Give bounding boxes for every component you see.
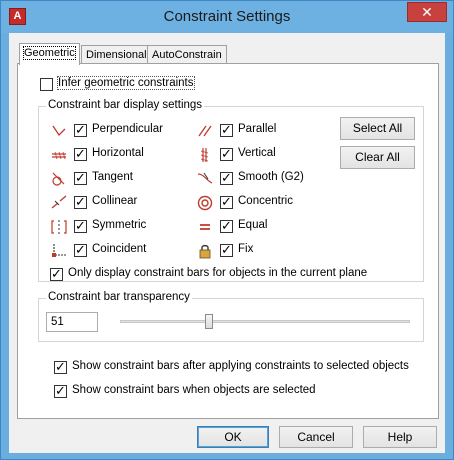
coincident-icon <box>52 244 66 257</box>
show-when-selected-label: Show constraint bars when objects are se… <box>72 384 316 396</box>
concentric-checkbox[interactable] <box>220 194 233 210</box>
dialog-window: A Constraint Settings ✕ Geometric Dimens… <box>0 0 454 460</box>
transparency-group-title: Constraint bar transparency <box>46 291 192 303</box>
concentric-icon <box>197 195 213 211</box>
fix-checkbox[interactable] <box>220 242 233 258</box>
transparency-slider-track[interactable] <box>120 320 410 323</box>
show-when-selected-checkbox[interactable] <box>54 383 67 399</box>
vertical-icon <box>200 148 209 162</box>
dialog-client: Geometric Dimensional AutoConstrain Infe… <box>9 33 445 453</box>
geometric-tab-panel: Infer geometric constraints Constraint b… <box>17 63 439 419</box>
horizontal-icon <box>52 151 66 160</box>
horizontal-checkbox[interactable] <box>74 146 87 162</box>
help-button[interactable]: Help <box>363 426 437 448</box>
show-after-apply-label: Show constraint bars after applying cons… <box>72 360 409 372</box>
clear-all-button[interactable]: Clear All <box>340 146 415 169</box>
concentric-label: Concentric <box>238 195 293 207</box>
collinear-label: Collinear <box>92 195 138 207</box>
lock-icon <box>199 244 211 259</box>
parallel-checkbox[interactable] <box>220 122 233 138</box>
equal-icon <box>200 224 210 230</box>
cancel-button[interactable]: Cancel <box>279 426 353 448</box>
perpendicular-icon <box>52 125 66 137</box>
transparency-slider-thumb[interactable] <box>204 314 213 329</box>
smooth-label: Smooth (G2) <box>238 171 304 183</box>
tab-dimensional[interactable]: Dimensional <box>81 45 152 65</box>
tab-autoconstrain[interactable]: AutoConstrain <box>147 45 227 65</box>
coincident-checkbox[interactable] <box>74 242 87 258</box>
tab-geometric-label: Geometric <box>23 46 76 60</box>
window-title: Constraint Settings <box>163 8 291 25</box>
close-button[interactable]: ✕ <box>407 2 447 22</box>
smooth-checkbox[interactable] <box>220 170 233 186</box>
symmetric-icon <box>51 220 67 234</box>
equal-checkbox[interactable] <box>220 218 233 234</box>
tab-dimensional-label: Dimensional <box>86 49 147 61</box>
tangent-icon <box>52 172 65 186</box>
tangent-label: Tangent <box>92 171 133 183</box>
title-bar[interactable]: A Constraint Settings ✕ <box>1 1 453 33</box>
horizontal-label: Horizontal <box>92 147 144 159</box>
tab-geometric[interactable]: Geometric <box>19 43 80 65</box>
fix-label: Fix <box>238 243 254 255</box>
symmetric-checkbox[interactable] <box>74 218 87 234</box>
constraint-bar-group-title: Constraint bar display settings <box>46 99 205 111</box>
parallel-label: Parallel <box>238 123 277 135</box>
transparency-input[interactable]: 51 <box>46 312 98 332</box>
smooth-icon <box>197 172 213 184</box>
equal-label: Equal <box>238 219 268 231</box>
symmetric-label: Symmetric <box>92 219 147 231</box>
vertical-label: Vertical <box>238 147 276 159</box>
tab-autoconstrain-label: AutoConstrain <box>152 49 222 61</box>
collinear-checkbox[interactable] <box>74 194 87 210</box>
ok-button[interactable]: OK <box>197 426 269 448</box>
tangent-checkbox[interactable] <box>74 170 87 186</box>
collinear-icon <box>51 195 67 209</box>
coincident-label: Coincident <box>92 243 147 255</box>
infer-checkbox[interactable] <box>40 78 53 91</box>
vertical-checkbox[interactable] <box>220 146 233 162</box>
select-all-button[interactable]: Select All <box>340 117 415 140</box>
current-plane-label: Only display constraint bars for objects… <box>68 267 368 279</box>
perpendicular-checkbox[interactable] <box>74 122 87 138</box>
current-plane-checkbox[interactable] <box>50 266 63 282</box>
infer-label: Infer geometric constraints <box>57 76 195 90</box>
perpendicular-label: Perpendicular <box>92 123 163 135</box>
parallel-icon <box>198 125 212 137</box>
show-after-apply-checkbox[interactable] <box>54 359 67 375</box>
